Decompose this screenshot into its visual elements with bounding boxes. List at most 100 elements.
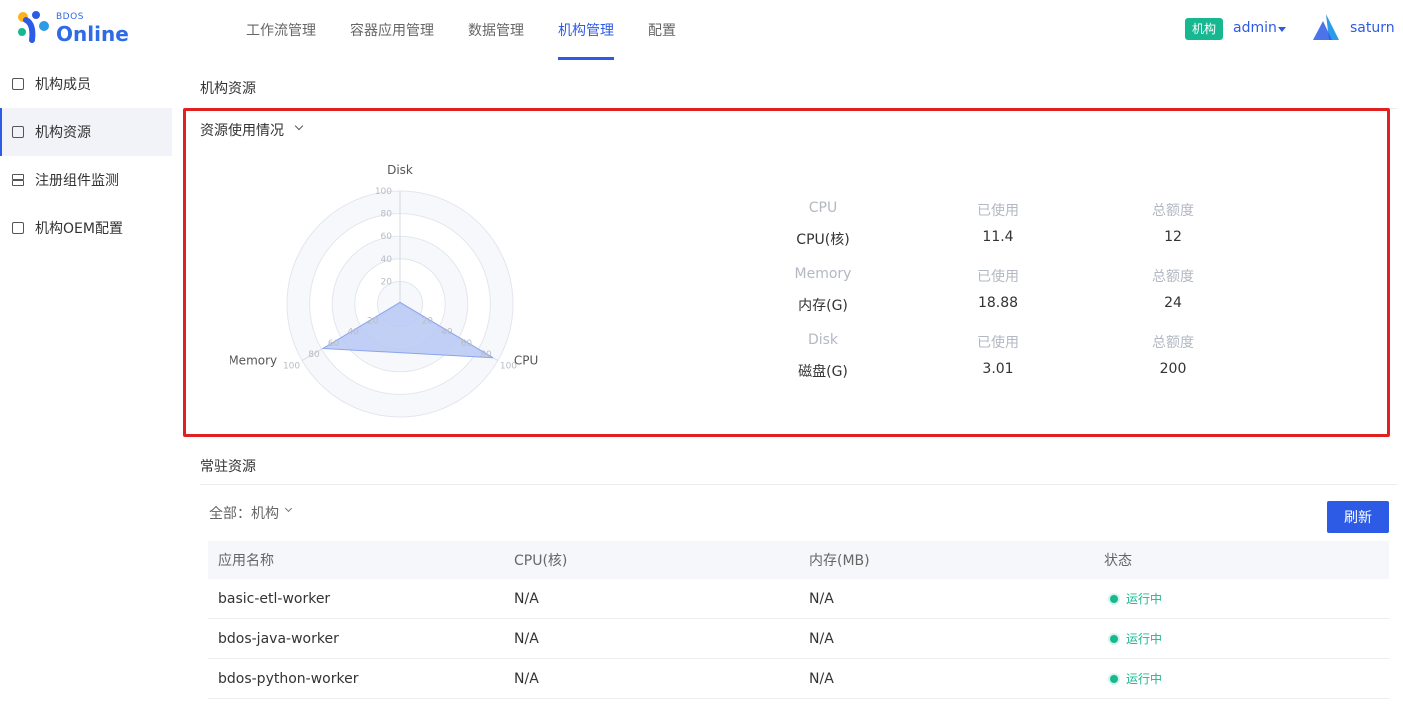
status-text: 运行中: [1126, 672, 1163, 686]
radar-tick-label: 80: [381, 210, 393, 220]
stat-label: 总额度: [1152, 269, 1194, 285]
col-memory: 内存(MB): [809, 553, 870, 569]
radar-tick-label: 60: [461, 339, 473, 349]
tenant-name[interactable]: saturn: [1350, 20, 1395, 36]
stat-label: 总额度: [1152, 335, 1194, 351]
col-status: 状态: [1104, 553, 1132, 569]
cell-cpu: N/A: [514, 590, 539, 607]
sidebar-item-resources[interactable]: 机构资源: [0, 108, 172, 156]
stat-label: 总额度: [1152, 203, 1194, 219]
status-dot-icon: [1110, 594, 1118, 603]
cell-memory: N/A: [809, 590, 834, 607]
status-dot-icon: [1110, 674, 1118, 683]
resident-divider: [200, 484, 1397, 485]
stat-label: 已使用: [977, 203, 1019, 219]
nav-organization[interactable]: 机构管理: [544, 0, 628, 60]
status-text: 运行中: [1126, 632, 1163, 646]
cell-app-name: bdos-python-worker: [218, 670, 359, 687]
page-title: 机构资源: [200, 81, 256, 97]
chevron-down-icon[interactable]: [284, 504, 293, 513]
id-card-icon: [12, 78, 24, 90]
cell-memory: N/A: [809, 670, 834, 687]
stat-value: 18.88: [977, 295, 1019, 311]
stat-value: 12: [1164, 229, 1182, 245]
radar-tick-label: 60: [328, 339, 340, 349]
radar-tick-label: 80: [308, 350, 320, 360]
sidebar-item-members[interactable]: 机构成员: [0, 60, 172, 108]
cell-app-name: basic-etl-worker: [218, 590, 331, 607]
logo-small-text: BDOS: [56, 12, 84, 22]
resident-table: 应用名称 CPU(核) 内存(MB) 状态 basic-etl-worker N…: [208, 541, 1389, 699]
saturn-icon: [1313, 14, 1339, 40]
sidebar-item-label: 注册组件监测: [35, 173, 119, 189]
stat-label: 已使用: [977, 335, 1019, 351]
nav-config[interactable]: 配置: [634, 0, 690, 60]
usage-title[interactable]: 资源使用情况: [200, 120, 284, 140]
cell-app-name: bdos-java-worker: [218, 630, 339, 647]
stat-value: 11.4: [982, 229, 1014, 245]
stat-value: CPU(核): [796, 232, 850, 248]
table-header: 应用名称 CPU(核) 内存(MB) 状态: [208, 541, 1389, 579]
top-bar: BDOS Online 工作流管理 容器应用管理 数据管理 机构管理 配置 机构…: [0, 0, 1403, 60]
col-cpu: CPU(核): [514, 553, 568, 569]
keyboard-icon: [12, 222, 24, 234]
radar-axis-label: Memory: [230, 354, 277, 368]
main-nav: 工作流管理 容器应用管理 数据管理 机构管理 配置: [232, 0, 696, 60]
bdos-online-logo[interactable]: BDOS Online: [16, 10, 129, 50]
sidebar-item-oem[interactable]: 机构OEM配置: [0, 204, 172, 252]
sidebar-item-monitor[interactable]: 注册组件监测: [0, 156, 172, 204]
table-row[interactable]: bdos-python-worker N/A N/A 运行中: [208, 659, 1389, 699]
table-row[interactable]: basic-etl-worker N/A N/A 运行中: [208, 579, 1389, 619]
sidebar: 机构成员 机构资源 注册组件监测 机构OEM配置: [0, 60, 172, 716]
stat-value: 200: [1159, 361, 1187, 377]
stat-value: 24: [1164, 295, 1182, 311]
stat-label: Memory: [794, 266, 852, 282]
radar-tick-label: 40: [441, 328, 453, 338]
server-icon: [12, 174, 24, 186]
stat-value: 磁盘(G): [798, 364, 848, 380]
radar-tick-label: 20: [381, 277, 393, 287]
logo-big-text: Online: [56, 22, 129, 46]
radar-tick-label: 60: [381, 232, 393, 242]
cell-memory: N/A: [809, 630, 834, 647]
radar-tick-label: 20: [367, 316, 379, 326]
cell-status: 运行中: [1094, 630, 1389, 647]
col-app-name: 应用名称: [218, 553, 274, 569]
stat-label: CPU: [808, 200, 838, 216]
radar-tick-label: 80: [480, 350, 492, 360]
radar-tick-label: 100: [283, 362, 300, 372]
nav-container-apps[interactable]: 容器应用管理: [336, 0, 448, 60]
sidebar-item-label: 机构资源: [35, 125, 91, 141]
status-dot-icon: [1110, 634, 1118, 643]
main-content: 机构资源 资源使用情况 20 40 60 80 100 20 40 60 80 100 20 40 60…: [172, 60, 1403, 716]
radar-axis-label: CPU: [514, 354, 538, 368]
cell-status: 运行中: [1094, 590, 1389, 607]
status-text: 运行中: [1126, 592, 1163, 606]
stat-label: Disk: [807, 332, 839, 348]
radar-tick-label: 20: [422, 316, 434, 326]
cell-cpu: N/A: [514, 670, 539, 687]
document-icon: [12, 126, 24, 138]
radar-tick-label: 40: [347, 328, 359, 338]
radar-axis-label: Disk: [387, 163, 413, 177]
sidebar-item-label: 机构成员: [35, 77, 91, 93]
sidebar-item-label: 机构OEM配置: [35, 221, 123, 237]
caret-down-icon[interactable]: [1278, 27, 1286, 32]
stat-label: 已使用: [977, 269, 1019, 285]
scope-filter[interactable]: 全部：机构: [209, 503, 279, 523]
user-menu[interactable]: admin: [1233, 20, 1277, 36]
table-row[interactable]: bdos-java-worker N/A N/A 运行中: [208, 619, 1389, 659]
stat-value: 3.01: [982, 361, 1014, 377]
cell-status: 运行中: [1094, 670, 1389, 687]
resource-radar-chart: 204060801002040608010020406080100DiskCPU…: [230, 163, 538, 418]
stat-value: 内存(G): [798, 298, 848, 314]
cell-cpu: N/A: [514, 630, 539, 647]
nav-workflow[interactable]: 工作流管理: [232, 0, 330, 60]
logo-icon: [18, 11, 49, 43]
resident-title: 常驻资源: [200, 459, 256, 475]
refresh-button[interactable]: 刷新: [1327, 501, 1389, 533]
radar-tick-label: 40: [381, 255, 393, 265]
radar-tick-label: 100: [375, 187, 392, 197]
nav-data[interactable]: 数据管理: [454, 0, 538, 60]
org-badge: 机构: [1185, 18, 1224, 40]
